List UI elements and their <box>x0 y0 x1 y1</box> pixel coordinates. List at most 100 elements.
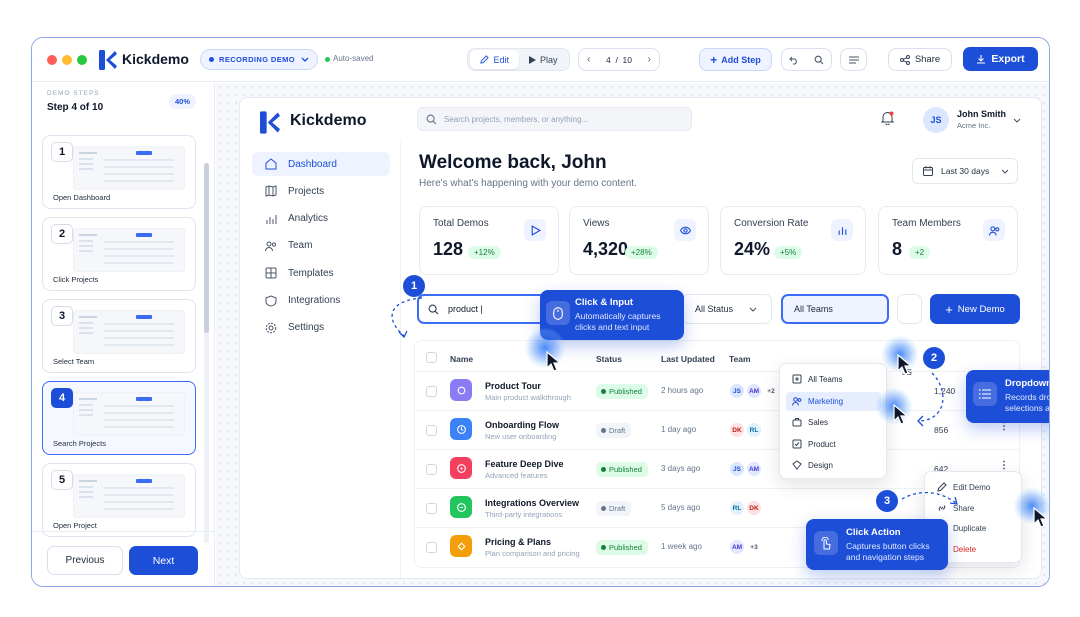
select-all-checkbox[interactable] <box>426 352 437 363</box>
demo-canvas: Kickdemo Search projects, members, or an… <box>216 83 1050 586</box>
step-thumbnail <box>73 392 185 436</box>
cursor-pointer-icon <box>546 351 562 372</box>
team-option-all-teams[interactable]: All Teams <box>786 370 881 389</box>
bell-icon[interactable] <box>881 111 894 125</box>
integrations-icon <box>265 294 277 307</box>
menu-lines-icon <box>848 56 859 63</box>
team-dropdown-menu: All Teams Marketing Sales Product Design <box>779 363 887 479</box>
team-option-design[interactable]: Design <box>786 456 881 475</box>
nav-item-integrations[interactable]: Integrations <box>252 289 390 313</box>
nav-item-templates[interactable]: Templates <box>252 261 390 285</box>
filter-options-button[interactable] <box>897 294 922 324</box>
nav-label: Dashboard <box>288 158 337 170</box>
nav-item-settings[interactable]: Settings <box>252 316 390 340</box>
briefcase-icon <box>792 418 802 427</box>
recording-dot-icon <box>209 57 214 62</box>
nav-item-projects[interactable]: Projects <box>252 179 390 203</box>
nav-label: Settings <box>288 322 325 334</box>
tap-icon <box>814 531 838 555</box>
status-filter-select[interactable]: All Status <box>682 294 772 324</box>
row-checkbox[interactable] <box>426 425 437 436</box>
row-updated: 1 day ago <box>661 425 697 434</box>
play-icon <box>528 55 536 64</box>
steps-scrollbar[interactable] <box>204 163 209 543</box>
next-button[interactable]: Next <box>129 546 198 575</box>
date-range-select[interactable]: Last 30 days <box>912 158 1018 184</box>
step-thumbnail <box>73 474 185 518</box>
team-option-label: Marketing <box>808 396 844 406</box>
row-name[interactable]: Onboarding Flow <box>485 420 559 430</box>
nav-item-dashboard[interactable]: Dashboard <box>252 152 390 176</box>
undo-icon[interactable] <box>789 55 799 65</box>
team-option-marketing[interactable]: Marketing <box>786 391 881 411</box>
step-card[interactable]: 3 Select Team <box>42 299 196 373</box>
next-step-icon[interactable]: › <box>648 54 651 65</box>
row-checkbox[interactable] <box>426 386 437 397</box>
user-org: Acme Inc. <box>957 121 991 130</box>
row-name[interactable]: Feature Deep Dive <box>485 459 564 469</box>
play-mode-button[interactable]: Play <box>519 50 567 69</box>
maximize-window-dot[interactable] <box>77 55 87 65</box>
chevron-down-icon[interactable] <box>1013 118 1021 123</box>
share-button[interactable]: Share <box>888 48 952 71</box>
row-name[interactable]: Pricing & Plans <box>485 537 551 547</box>
nav-item-analytics[interactable]: Analytics <box>252 207 390 231</box>
team-filter-label: All Teams <box>794 304 833 314</box>
team-overflow-count: +2 <box>767 387 775 395</box>
team-avatar: AM <box>729 539 745 555</box>
nav-item-team[interactable]: Team <box>252 234 390 258</box>
plus-icon: + <box>710 52 718 67</box>
projects-icon <box>265 185 277 197</box>
row-updated: 5 days ago <box>661 503 701 512</box>
edit-mode-button[interactable]: Edit <box>470 50 520 69</box>
user-avatar[interactable]: JS <box>923 107 949 133</box>
team-option-label: All Teams <box>808 375 843 384</box>
page-separator: / <box>615 54 618 65</box>
minimize-window-dot[interactable] <box>62 55 72 65</box>
team-option-product[interactable]: Product <box>786 435 881 454</box>
team-filter-select[interactable]: All Teams <box>781 294 889 324</box>
stat-value: 24% <box>734 239 771 259</box>
step-card[interactable]: 5 Open Project <box>42 463 196 537</box>
editor-window: Kickdemo RECORDING DEMO Auto-saved Edit … <box>31 37 1050 587</box>
scrollbar-thumb[interactable] <box>204 163 209 333</box>
row-subtitle: Plan comparison and pricing <box>485 549 580 558</box>
row-name[interactable]: Integrations Overview <box>485 498 579 508</box>
row-name[interactable]: Product Tour <box>485 381 541 391</box>
autosave-dot-icon <box>325 57 330 62</box>
new-demo-button[interactable]: + New Demo <box>930 294 1020 324</box>
close-window-dot[interactable] <box>47 55 57 65</box>
step-label: Open Dashboard <box>53 193 111 202</box>
row-checkbox[interactable] <box>426 503 437 514</box>
step-card[interactable]: 2 Click Projects <box>42 217 196 291</box>
step-thumbnail <box>73 228 185 272</box>
eye-icon <box>674 219 696 241</box>
step-card[interactable]: 4 Search Projects <box>42 381 196 455</box>
team-option-sales[interactable]: Sales <box>786 413 881 432</box>
add-step-button[interactable]: + Add Step <box>699 48 772 71</box>
row-checkbox[interactable] <box>426 464 437 475</box>
global-search-input[interactable]: Search projects, members, or anything... <box>417 107 692 131</box>
chevron-down-icon <box>1001 169 1009 174</box>
menu-button[interactable] <box>840 48 867 71</box>
step-card[interactable]: 1 Open Dashboard <box>42 135 196 209</box>
tip2-title: Dropdown Selection <box>1005 378 1050 389</box>
prev-step-icon[interactable]: ‹ <box>587 54 590 65</box>
recording-mode-selector[interactable]: RECORDING DEMO <box>200 49 318 70</box>
row-item-icon <box>450 457 472 479</box>
row-actions-icon[interactable]: ⋮ <box>999 460 1009 471</box>
export-button[interactable]: Export <box>963 47 1038 71</box>
tip1-desc: Automatically captures clicks and text i… <box>575 311 661 332</box>
stat-value: 4,320 <box>583 239 629 259</box>
settings-icon <box>265 322 277 334</box>
search-icon[interactable] <box>814 55 824 65</box>
previous-button[interactable]: Previous <box>47 546 123 575</box>
row-checkbox[interactable] <box>426 542 437 553</box>
stat-card-2: Conversion Rate 24% +5% <box>720 206 866 275</box>
team-option-label: Sales <box>808 418 829 427</box>
steps-heading: DEMO STEPS <box>47 90 100 97</box>
step-number: 2 <box>51 224 73 244</box>
diamond-icon <box>792 460 802 470</box>
user-name: John Smith <box>957 109 1006 119</box>
share-icon <box>899 54 910 65</box>
